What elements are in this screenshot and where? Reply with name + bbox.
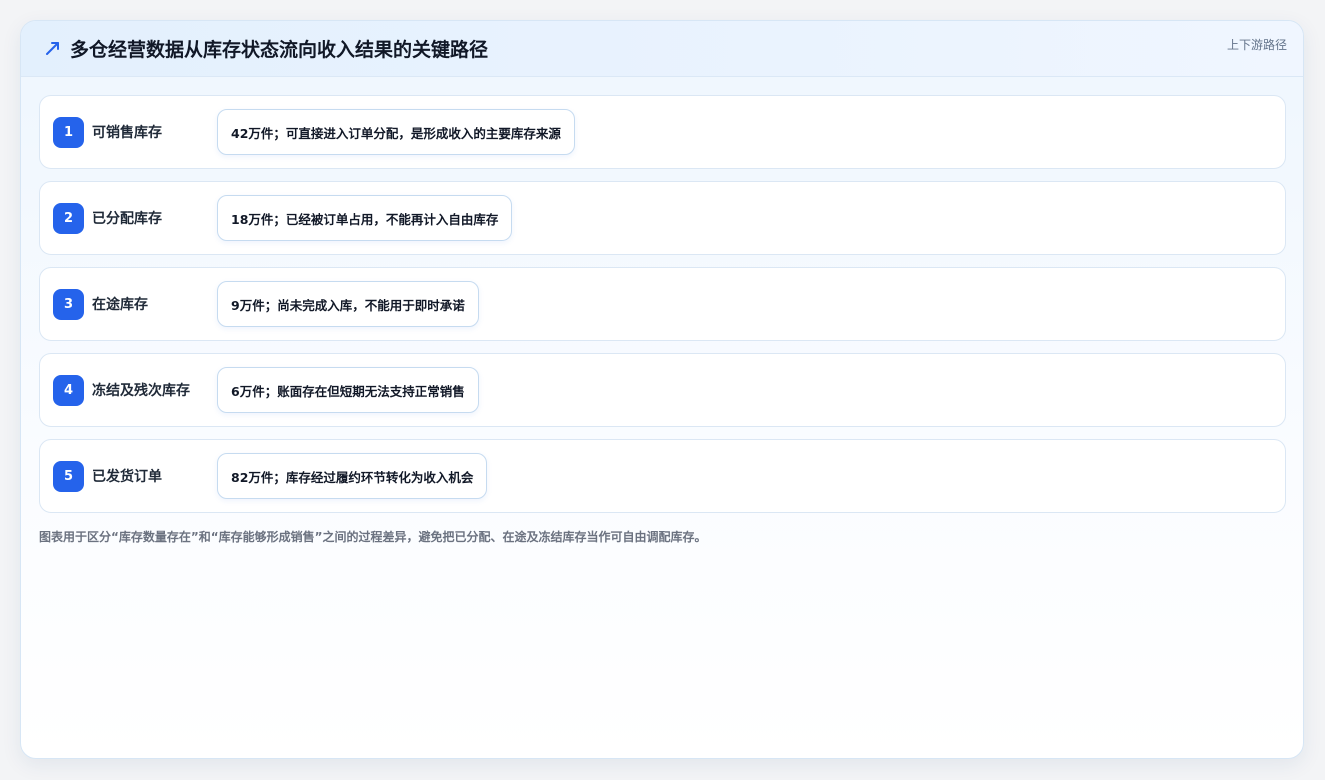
- step-list: 1 可销售库存 42万件；可直接进入订单分配，是形成收入的主要库存来源 2 已分…: [39, 95, 1286, 525]
- step-label: 已发货订单: [92, 469, 162, 485]
- step-row: 3 在途库存 9万件；尚未完成入库，不能用于即时承诺: [39, 267, 1286, 341]
- step-detail: 18万件；已经被订单占用，不能再计入自由库存: [217, 195, 513, 241]
- step-number-badge: 4: [53, 375, 84, 406]
- step-detail: 9万件；尚未完成入库，不能用于即时承诺: [217, 281, 479, 327]
- step-label: 冻结及残次库存: [92, 383, 190, 399]
- step-detail: 42万件；可直接进入订单分配，是形成收入的主要库存来源: [217, 109, 575, 155]
- step-label: 可销售库存: [92, 125, 162, 141]
- step-row: 5 已发货订单 82万件；库存经过履约环节转化为收入机会: [39, 439, 1286, 513]
- footnote: 图表用于区分“库存数量存在”和“库存能够形成销售”之间的过程差异，避免把已分配、…: [39, 530, 707, 544]
- step-detail: 6万件；账面存在但短期无法支持正常销售: [217, 367, 479, 413]
- step-label: 已分配库存: [92, 211, 162, 227]
- step-number-badge: 5: [53, 461, 84, 492]
- step-row: 2 已分配库存 18万件；已经被订单占用，不能再计入自由库存: [39, 181, 1286, 255]
- step-number-badge: 3: [53, 289, 84, 320]
- trend-arrow-icon: [43, 38, 63, 58]
- card-header: 多仓经营数据从库存状态流向收入结果的关键路径 上下游路径: [21, 21, 1303, 77]
- page-title: 多仓经营数据从库存状态流向收入结果的关键路径: [70, 39, 489, 61]
- diagram-card: 多仓经营数据从库存状态流向收入结果的关键路径 上下游路径 1 可销售库存 42万…: [20, 20, 1304, 759]
- step-number-badge: 2: [53, 203, 84, 234]
- step-detail: 82万件；库存经过履约环节转化为收入机会: [217, 453, 488, 499]
- step-number-badge: 1: [53, 117, 84, 148]
- step-label: 在途库存: [92, 297, 148, 313]
- step-row: 1 可销售库存 42万件；可直接进入订单分配，是形成收入的主要库存来源: [39, 95, 1286, 169]
- header-tag: 上下游路径: [1226, 38, 1287, 52]
- step-row: 4 冻结及残次库存 6万件；账面存在但短期无法支持正常销售: [39, 353, 1286, 427]
